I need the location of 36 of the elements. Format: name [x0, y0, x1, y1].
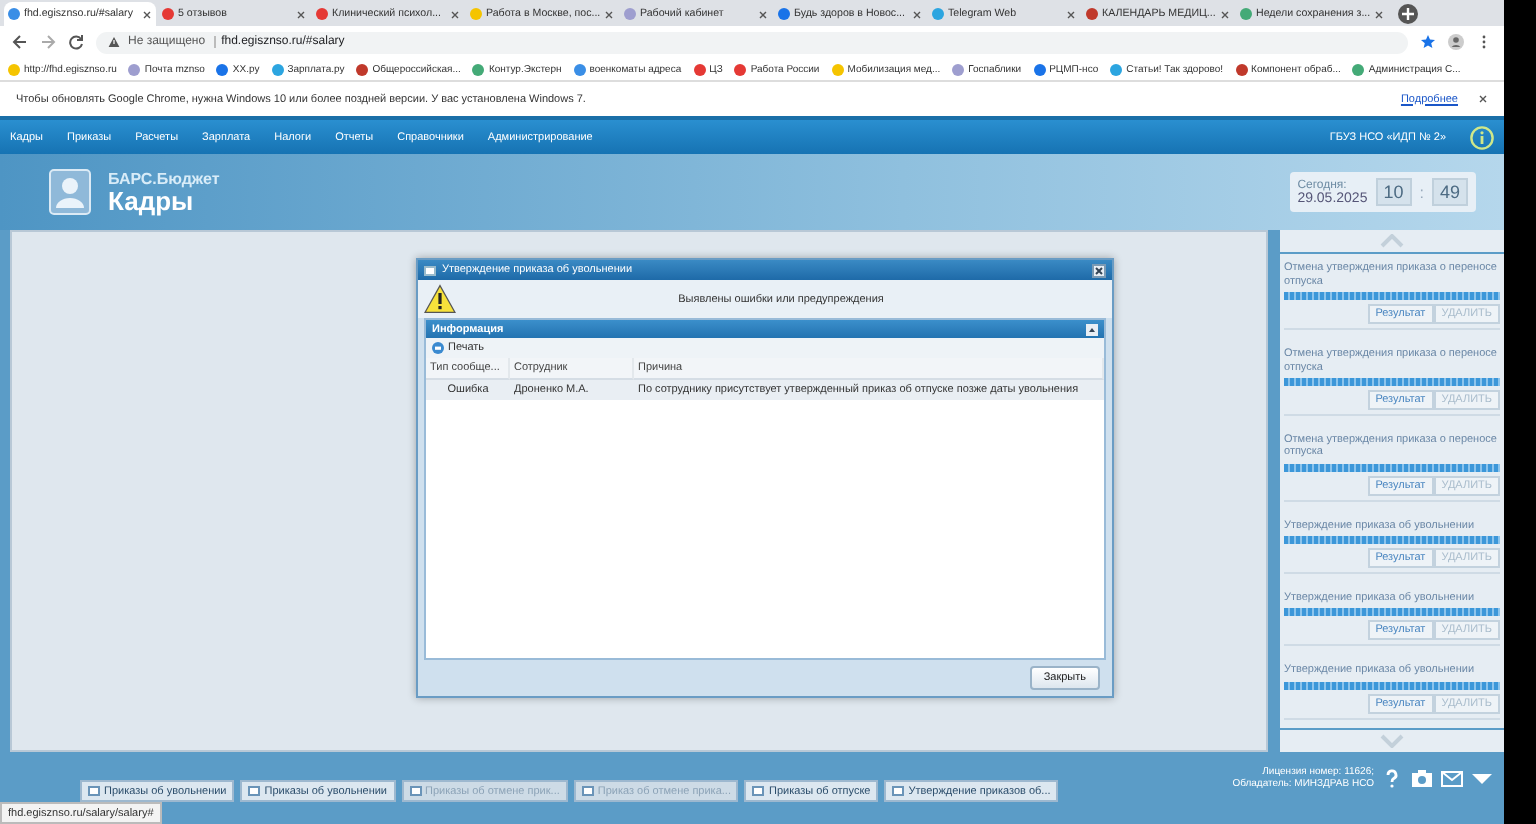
clock-separator: : [1419, 183, 1424, 201]
mail-icon[interactable] [1440, 767, 1464, 787]
close-icon[interactable] [142, 9, 152, 19]
window-icon [248, 786, 261, 796]
warning-icon [424, 284, 456, 314]
new-tab-icon[interactable] [1398, 3, 1418, 23]
back-icon[interactable] [12, 34, 28, 50]
window-icon [892, 786, 905, 796]
close-icon[interactable] [1374, 9, 1385, 19]
warning-icon[interactable] [108, 36, 120, 48]
window-icon [409, 786, 421, 796]
window-icon [424, 265, 436, 275]
window-icon [88, 786, 100, 796]
profile-icon[interactable] [1448, 34, 1464, 50]
close-icon[interactable] [1092, 263, 1106, 277]
window-icon [752, 786, 765, 796]
info-icon[interactable] [1470, 125, 1494, 149]
close-icon[interactable] [758, 9, 768, 19]
print-icon [432, 342, 444, 354]
close-icon[interactable] [1066, 9, 1076, 19]
clock-hours: 10 [1375, 178, 1412, 206]
module-name: Кадры [108, 188, 194, 214]
person-card-icon [48, 168, 92, 216]
clock-minutes: 49 [1431, 178, 1468, 206]
product-name: БАРС.Бюджет [108, 170, 220, 188]
close-icon[interactable] [604, 9, 615, 19]
close-icon[interactable] [450, 9, 460, 19]
close-icon[interactable] [1220, 9, 1230, 19]
collapse-icon[interactable] [1086, 323, 1098, 335]
window-icon [581, 786, 594, 796]
close-icon[interactable] [1478, 94, 1488, 104]
close-icon[interactable] [296, 9, 306, 19]
camera-icon[interactable] [1410, 767, 1434, 787]
close-icon[interactable] [912, 9, 922, 19]
reload-icon[interactable] [68, 34, 84, 50]
star-icon[interactable] [1420, 34, 1436, 50]
